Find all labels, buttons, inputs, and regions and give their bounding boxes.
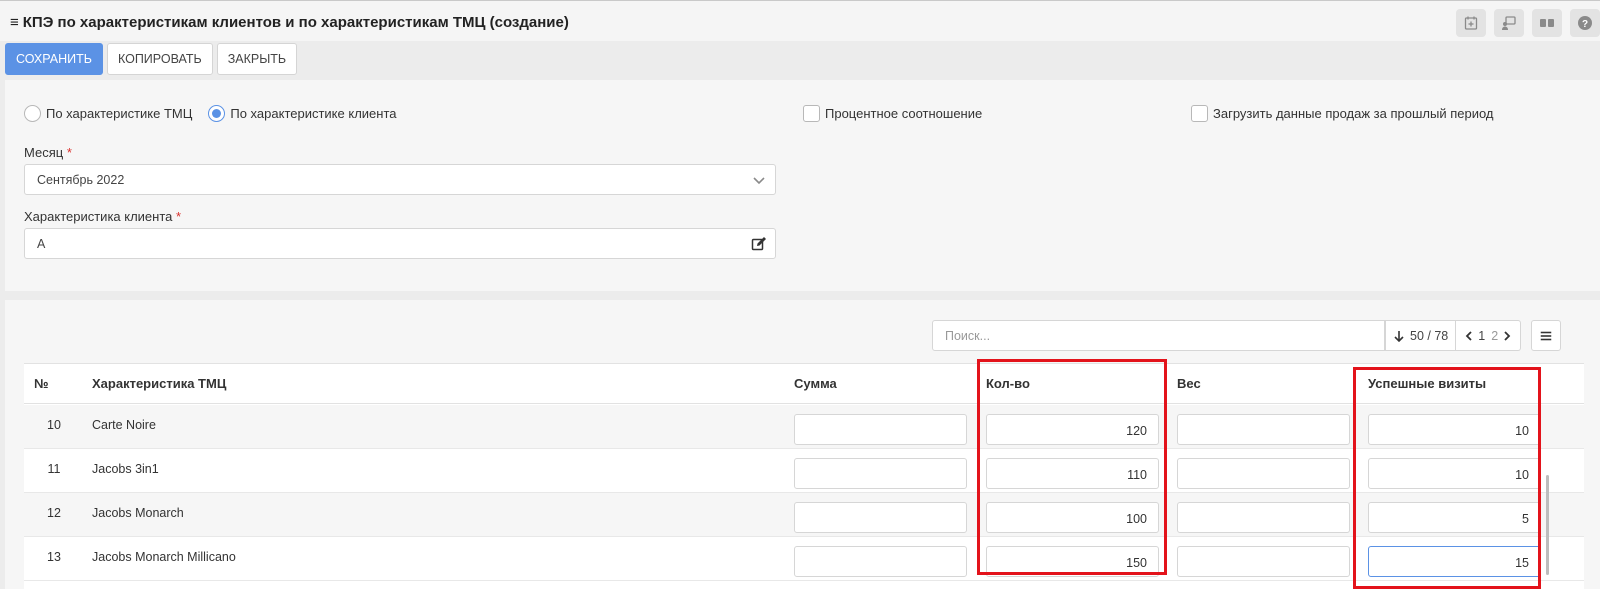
required-mark: * xyxy=(66,145,72,160)
chevron-right-icon[interactable] xyxy=(1501,330,1513,342)
checkbox-box[interactable] xyxy=(803,105,820,122)
record-count: 50 / 78 xyxy=(1410,328,1449,343)
sum-input[interactable] xyxy=(794,414,967,445)
col-weight-header: Вес xyxy=(1177,376,1201,391)
svg-text:?: ? xyxy=(1582,19,1588,30)
sum-input[interactable] xyxy=(794,458,967,489)
hamburger-icon[interactable]: ≡ xyxy=(10,14,19,31)
client-char-value: А xyxy=(37,236,46,251)
toolbar: СОХРАНИТЬ КОПИРОВАТЬ ЗАКРЫТЬ xyxy=(5,43,298,75)
page-title: ≡ КПЭ по характеристикам клиентов и по ха… xyxy=(10,14,569,31)
month-select[interactable]: Сентябрь 2022 xyxy=(24,164,776,195)
qty-input[interactable]: 110 xyxy=(986,458,1159,489)
table-row: 10 Carte Noire 120 10 xyxy=(24,405,1584,449)
visits-input[interactable]: 5 xyxy=(1368,502,1541,533)
sort-count[interactable]: 50 / 78 xyxy=(1385,320,1457,351)
percent-checkbox-label: Процентное соотношение xyxy=(825,106,983,121)
visits-input[interactable]: 10 xyxy=(1368,414,1541,445)
client-char-field[interactable]: А xyxy=(24,228,776,259)
row-num: 10 xyxy=(47,418,61,432)
visits-input[interactable]: 15 xyxy=(1368,546,1541,577)
weight-input[interactable] xyxy=(1177,546,1350,577)
sum-input[interactable] xyxy=(794,502,967,533)
page-title-text: КПЭ по характеристикам клиентов и по хар… xyxy=(22,14,569,31)
load-sales-checkbox-label: Загрузить данные продаж за прошлый перио… xyxy=(1213,106,1494,121)
edit-icon[interactable] xyxy=(751,236,767,252)
page-current[interactable]: 1 xyxy=(1478,329,1485,343)
list-icon xyxy=(1540,331,1552,340)
col-visits-header: Успешные визиты xyxy=(1368,376,1487,391)
row-num: 12 xyxy=(47,506,61,520)
page-next[interactable]: 2 xyxy=(1491,329,1498,343)
top-icon-bar: ? xyxy=(1456,9,1600,37)
radio-circle-selected[interactable] xyxy=(208,105,226,122)
month-label: Месяц * xyxy=(24,145,72,160)
radio-tmc-label: По характеристике ТМЦ xyxy=(46,106,193,121)
radio-tmc[interactable]: По характеристике ТМЦ xyxy=(24,105,192,122)
col-num-header: № xyxy=(34,376,49,391)
radio-client[interactable]: По характеристике клиента xyxy=(208,105,397,122)
month-label-text: Месяц xyxy=(24,145,64,160)
table-panel: Поиск... 50 / 78 1 2 № Характеристика ТМ… xyxy=(5,300,1600,589)
sum-input[interactable] xyxy=(794,546,967,577)
copy-button[interactable]: КОПИРОВАТЬ xyxy=(106,43,213,75)
radio-circle[interactable] xyxy=(24,105,41,122)
help-icon[interactable]: ? xyxy=(1570,9,1600,37)
row-num: 13 xyxy=(47,550,61,564)
qty-input[interactable]: 100 xyxy=(986,502,1159,533)
table-row: 11 Jacobs 3in1 110 10 xyxy=(24,449,1584,493)
table-row: 13 Jacobs Monarch Millicano 150 15 xyxy=(24,537,1584,581)
title-bar: ≡ КПЭ по характеристикам клиентов и по ха… xyxy=(0,1,1600,41)
month-select-value: Сентябрь 2022 xyxy=(37,172,125,187)
percent-checkbox[interactable]: Процентное соотношение xyxy=(803,105,982,122)
load-sales-checkbox[interactable]: Загрузить данные продаж за прошлый перио… xyxy=(1191,105,1494,122)
weight-input[interactable] xyxy=(1177,414,1350,445)
arrow-down-icon xyxy=(1394,330,1404,342)
client-char-label: Характеристика клиента * xyxy=(24,209,181,224)
radio-client-label: По характеристике клиента xyxy=(230,106,397,121)
search-placeholder: Поиск... xyxy=(945,328,991,343)
row-name: Carte Noire xyxy=(92,418,156,432)
close-button[interactable]: ЗАКРЫТЬ xyxy=(216,43,298,75)
chevron-left-icon[interactable] xyxy=(1463,330,1475,342)
data-table: № Характеристика ТМЦ Сумма Кол-во Вес Ус… xyxy=(24,363,1584,589)
row-num: 11 xyxy=(47,462,61,476)
form-panel: По характеристике ТМЦ По характеристике … xyxy=(5,80,1600,291)
qty-input[interactable]: 150 xyxy=(986,546,1159,577)
weight-input[interactable] xyxy=(1177,458,1350,489)
col-char-header: Характеристика ТМЦ xyxy=(92,376,227,391)
checkbox-box[interactable] xyxy=(1191,105,1208,122)
save-button[interactable]: СОХРАНИТЬ xyxy=(5,43,103,75)
table-header: № Характеристика ТМЦ Сумма Кол-во Вес Ус… xyxy=(24,364,1584,404)
row-name: Jacobs 3in1 xyxy=(92,462,159,476)
pagination: 1 2 xyxy=(1456,320,1522,351)
search-input[interactable]: Поиск... xyxy=(932,320,1385,351)
mode-radio-group: По характеристике ТМЦ По характеристике … xyxy=(24,105,413,122)
qty-input[interactable]: 120 xyxy=(986,414,1159,445)
pager: 50 / 78 1 2 xyxy=(1385,320,1522,351)
row-name: Jacobs Monarch xyxy=(92,506,184,520)
required-mark: * xyxy=(176,209,182,224)
scrollbar[interactable] xyxy=(1546,475,1549,575)
col-qty-header: Кол-во xyxy=(986,376,1030,391)
table-row: 12 Jacobs Monarch 100 5 xyxy=(24,493,1584,537)
row-name: Jacobs Monarch Millicano xyxy=(92,550,236,564)
weight-input[interactable] xyxy=(1177,502,1350,533)
cards-icon[interactable] xyxy=(1532,9,1562,37)
chevron-down-icon[interactable] xyxy=(751,172,767,188)
menu-list-button[interactable] xyxy=(1531,320,1561,351)
col-sum-header: Сумма xyxy=(794,376,837,391)
calendar-add-icon[interactable] xyxy=(1456,9,1486,37)
user-screen-icon[interactable] xyxy=(1494,9,1524,37)
client-char-label-text: Характеристика клиента xyxy=(24,209,173,224)
visits-input[interactable]: 10 xyxy=(1368,458,1541,489)
